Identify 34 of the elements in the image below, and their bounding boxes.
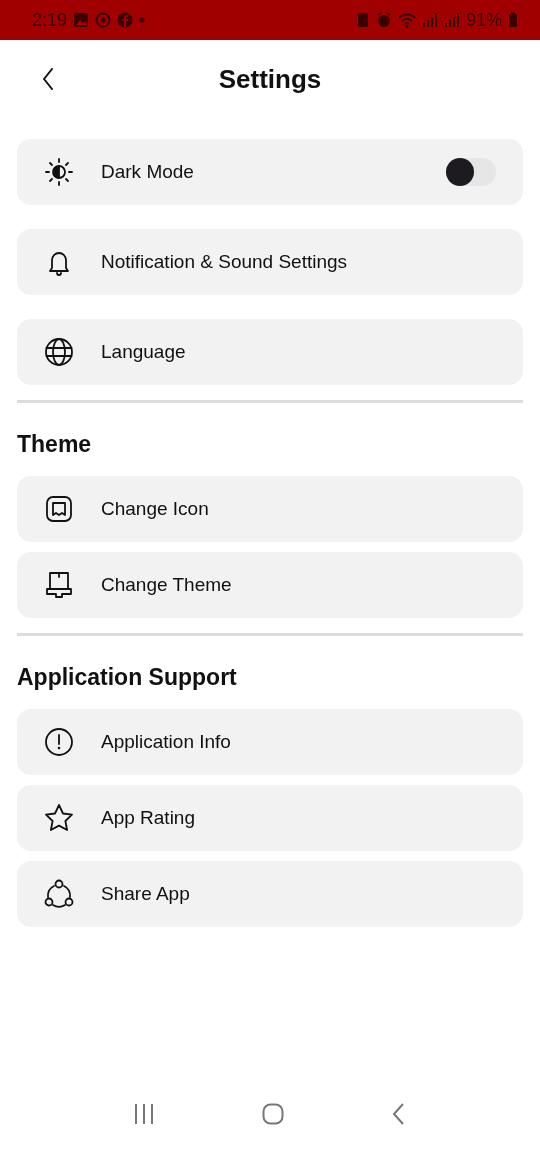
gallery-icon <box>73 12 90 28</box>
settings-item[interactable]: App Rating <box>17 785 523 851</box>
wifi-icon <box>397 12 416 28</box>
signal-icon <box>421 12 438 28</box>
dot-icon <box>139 17 146 23</box>
signal-icon <box>443 12 460 28</box>
clipboard-icon <box>355 12 370 28</box>
settings-item[interactable]: Share App <box>17 861 523 927</box>
battery-icon <box>508 12 518 28</box>
status-time: 2:19 <box>32 9 68 31</box>
section-heading: Application Support <box>17 664 238 691</box>
settings-item[interactable]: Change Icon <box>17 476 523 542</box>
facebook-icon <box>117 12 134 28</box>
back-button[interactable] <box>40 66 56 92</box>
section-heading: Theme <box>17 431 93 458</box>
settings-item[interactable]: Dark Mode <box>17 139 523 205</box>
toggle-switch[interactable] <box>446 158 496 186</box>
star-icon <box>43 802 75 834</box>
page-title: Settings <box>218 63 322 95</box>
settings-item[interactable]: Language <box>17 319 523 385</box>
settings-item[interactable]: Application Info <box>17 709 523 775</box>
app-icon-icon <box>43 493 75 525</box>
share-icon <box>43 878 75 910</box>
info-icon <box>43 726 75 758</box>
brightness-icon <box>43 156 75 188</box>
settings-item[interactable]: Change Theme <box>17 552 523 618</box>
home-icon[interactable] <box>262 1103 284 1125</box>
battery-percent: 91% <box>465 9 502 31</box>
globe-icon <box>43 336 75 368</box>
alarm-icon <box>375 12 392 28</box>
recent-apps-icon[interactable] <box>134 1103 154 1125</box>
back-icon <box>42 68 54 90</box>
settings-item[interactable]: Notification & Sound Settings <box>17 229 523 295</box>
back-icon[interactable] <box>392 1103 406 1125</box>
